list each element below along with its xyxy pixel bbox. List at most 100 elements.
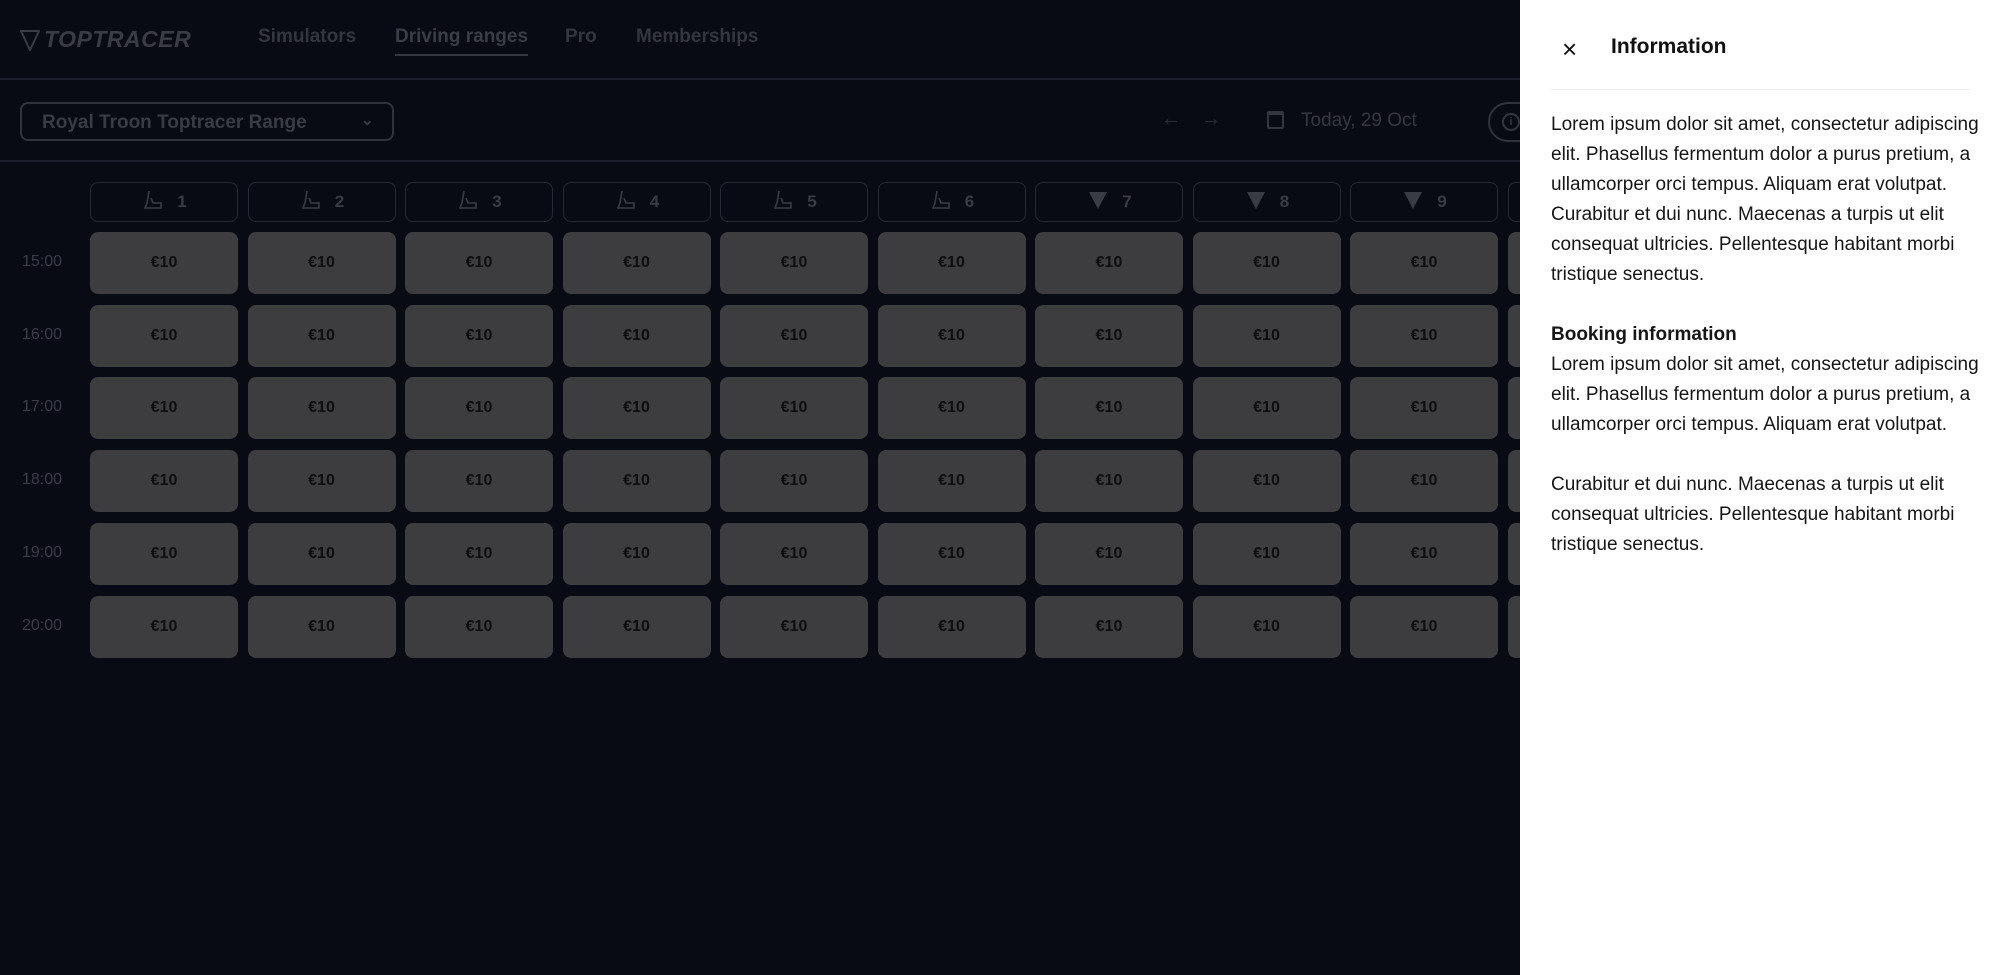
hitting-mat-icon xyxy=(614,189,638,216)
time-slot[interactable]: €10 xyxy=(1035,595,1183,658)
time-slot[interactable]: €10 xyxy=(247,595,396,658)
bay-label: 2 xyxy=(334,192,345,211)
time-slot[interactable]: €10 xyxy=(90,595,238,658)
time-slot[interactable]: €10 xyxy=(562,304,711,367)
bay-header: 4 xyxy=(562,182,711,222)
time-slot[interactable]: €10 xyxy=(1350,304,1498,367)
time-slot[interactable]: €10 xyxy=(90,377,238,440)
time-slot[interactable]: €10 xyxy=(1350,522,1498,585)
time-slot[interactable]: €10 xyxy=(247,450,396,513)
time-slot[interactable]: €10 xyxy=(405,304,553,367)
info-icon: i xyxy=(1502,113,1520,131)
time-slot[interactable]: €10 xyxy=(1192,232,1341,294)
time-label: 18:00 xyxy=(22,471,63,489)
time-slot[interactable]: €10 xyxy=(562,522,711,585)
booking-text: Lorem ipsum dolor sit amet, consectetur … xyxy=(1551,354,1979,435)
time-slot[interactable]: €10 xyxy=(247,232,396,294)
time-label: 15:00 xyxy=(22,253,63,270)
time-slot[interactable]: €10 xyxy=(877,304,1026,367)
time-slot[interactable]: €10 xyxy=(1035,232,1183,294)
nav-memberships[interactable]: Memberships xyxy=(636,26,758,48)
time-slot[interactable]: €10 xyxy=(90,232,238,294)
bay-header: 5 xyxy=(720,182,868,222)
calendar-icon[interactable] xyxy=(1267,111,1284,129)
booking-heading: Booking information xyxy=(1551,324,1737,345)
time-slot[interactable]: €10 xyxy=(1192,377,1341,440)
time-slot[interactable]: €10 xyxy=(720,595,868,658)
time-slot[interactable]: €10 xyxy=(1350,232,1498,294)
time-slot[interactable]: €10 xyxy=(877,232,1026,294)
time-slot[interactable]: €10 xyxy=(1350,450,1498,513)
time-slot[interactable]: €10 xyxy=(562,232,711,294)
time-slot[interactable]: €10 xyxy=(247,377,396,440)
time-slot[interactable]: €10 xyxy=(877,522,1026,585)
bay-label: 5 xyxy=(807,192,817,211)
time-slot[interactable]: €10 xyxy=(1192,304,1341,367)
divider xyxy=(1551,89,1971,90)
venue-select[interactable]: Royal Troon Toptracer Range ⌄ xyxy=(20,102,394,141)
time-slot[interactable]: €10 xyxy=(720,522,868,585)
nav-simulators[interactable]: Simulators xyxy=(258,26,356,48)
bay-label: 7 xyxy=(1122,192,1132,211)
toptracer-shield-icon xyxy=(1244,189,1268,216)
time-slot[interactable]: €10 xyxy=(720,377,868,440)
time-slot[interactable]: €10 xyxy=(1192,595,1341,658)
arrow-right-icon[interactable]: → xyxy=(1201,108,1221,131)
panel-body: Lorem ipsum dolor sit amet, consectetur … xyxy=(1551,110,1981,590)
information-panel: × Information Lorem ipsum dolor sit amet… xyxy=(1520,0,2000,975)
time-slot[interactable]: €10 xyxy=(562,595,711,658)
bay-label: 9 xyxy=(1437,192,1447,211)
intro-text: Lorem ipsum dolor sit amet, consectetur … xyxy=(1551,114,1979,285)
nav-driving-ranges[interactable]: Driving ranges xyxy=(395,26,529,56)
time-slot[interactable]: €10 xyxy=(1035,304,1183,367)
time-slot[interactable]: €10 xyxy=(90,450,238,513)
time-label: 17:00 xyxy=(22,398,63,416)
bay-header: 9 xyxy=(1350,182,1498,222)
bay-label: 8 xyxy=(1279,192,1290,211)
time-slot[interactable]: €10 xyxy=(720,450,868,513)
time-slot[interactable]: €10 xyxy=(1192,450,1341,513)
bay-header: 6 xyxy=(877,182,1026,222)
time-slot[interactable]: €10 xyxy=(405,595,553,658)
time-label: 20:00 xyxy=(22,616,63,634)
bay-label: 4 xyxy=(649,192,660,211)
bay-header: 1 xyxy=(90,182,238,222)
time-slot[interactable]: €10 xyxy=(877,595,1026,658)
time-slot[interactable]: €10 xyxy=(405,377,553,440)
close-icon[interactable]: × xyxy=(1562,34,1577,65)
bay-label: 6 xyxy=(964,192,975,211)
time-slot[interactable]: €10 xyxy=(1035,522,1183,585)
time-slot[interactable]: €10 xyxy=(247,522,396,585)
time-slot[interactable]: €10 xyxy=(1350,377,1498,440)
bay-header: 7 xyxy=(1035,182,1183,222)
time-slot[interactable]: €10 xyxy=(562,450,711,513)
hitting-mat-icon xyxy=(929,189,953,216)
time-slot[interactable]: €10 xyxy=(90,522,238,585)
bay-label: 1 xyxy=(177,192,187,211)
time-slot[interactable]: €10 xyxy=(405,450,553,513)
arrow-left-icon[interactable]: ← xyxy=(1161,108,1181,131)
venue-select-value: Royal Troon Toptracer Range xyxy=(42,112,307,133)
time-slot[interactable]: €10 xyxy=(562,377,711,440)
date-picker[interactable]: Today, 29 Oct xyxy=(1301,110,1417,132)
time-label: 19:00 xyxy=(22,543,63,561)
time-slot[interactable]: €10 xyxy=(405,232,553,294)
time-slot[interactable]: €10 xyxy=(405,522,553,585)
toptracer-logo[interactable]: TOPTRACER xyxy=(20,26,191,53)
time-slot[interactable]: €10 xyxy=(247,304,396,367)
time-slot[interactable]: €10 xyxy=(720,304,868,367)
time-slot[interactable]: €10 xyxy=(1035,377,1183,440)
nav-pro[interactable]: Pro xyxy=(565,26,597,48)
hitting-mat-icon xyxy=(771,189,795,216)
time-slot[interactable]: €10 xyxy=(720,232,868,294)
time-slot[interactable]: €10 xyxy=(1035,450,1183,513)
hitting-mat-icon xyxy=(299,189,323,216)
toptracer-shield-icon xyxy=(20,29,40,51)
time-slot[interactable]: €10 xyxy=(1350,595,1498,658)
time-slot[interactable]: €10 xyxy=(90,304,238,367)
time-slot[interactable]: €10 xyxy=(877,377,1026,440)
bay-label: 3 xyxy=(492,192,502,211)
time-label: 16:00 xyxy=(22,325,63,343)
time-slot[interactable]: €10 xyxy=(877,450,1026,513)
time-slot[interactable]: €10 xyxy=(1192,522,1341,585)
